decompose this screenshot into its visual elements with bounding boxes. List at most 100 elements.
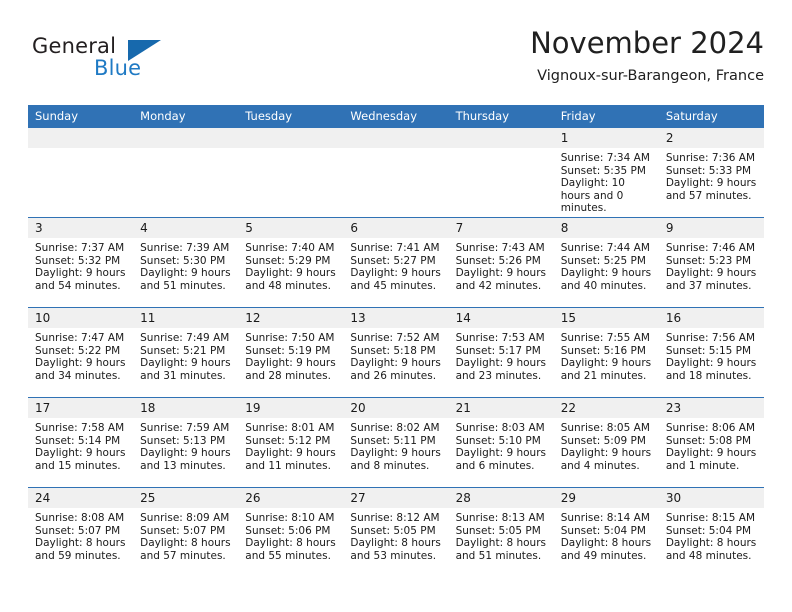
- calendar-cell-empty: [343, 127, 449, 218]
- sunset-text: Sunset: 5:07 PM: [35, 524, 121, 537]
- day-number: [343, 128, 449, 148]
- calendar-day-cell[interactable]: 9 Sunrise: 7:46 AM Sunset: 5:23 PM Daylight…: [658, 217, 764, 308]
- sunset-text: Sunset: 5:18 PM: [350, 344, 436, 357]
- weekday-header-friday: Friday: [553, 105, 659, 128]
- calendar-body: 1 Sunrise: 7:34 AM Sunset: 5:35 PM Daylight…: [28, 127, 764, 577]
- calendar-day-cell[interactable]: 8 Sunrise: 7:44 AM Sunset: 5:25 PM Daylight…: [553, 217, 659, 308]
- day-number: 11: [133, 308, 239, 328]
- sunset-text: Sunset: 5:23 PM: [665, 254, 752, 267]
- calendar-day-cell[interactable]: 4 Sunrise: 7:39 AM Sunset: 5:30 PM Daylight…: [133, 217, 239, 308]
- sunset-text: Sunset: 5:16 PM: [560, 344, 646, 357]
- calendar-week-row: 17 Sunrise: 7:58 AM Sunset: 5:14 PM Dayligh…: [28, 397, 764, 488]
- daylight-text: Daylight: 9 hours and 54 minutes.: [35, 267, 126, 292]
- calendar-day-cell[interactable]: 17 Sunrise: 7:58 AM Sunset: 5:14 PM Dayligh…: [28, 397, 134, 488]
- day-number: 3: [28, 218, 134, 238]
- calendar-day-cell[interactable]: 23 Sunrise: 8:06 AM Sunset: 5:08 PM Dayligh…: [658, 397, 764, 488]
- sunset-text: Sunset: 5:27 PM: [350, 254, 436, 267]
- sunrise-sunset-calendar: Sunday Monday Tuesday Wednesday Thursday…: [28, 105, 764, 577]
- day-number: 14: [448, 308, 554, 328]
- day-details: Sunrise: 8:13 AM Sunset: 5:05 PM Daylight:…: [449, 508, 554, 562]
- day-number: 2: [658, 128, 764, 148]
- calendar-day-cell[interactable]: 14 Sunrise: 7:53 AM Sunset: 5:17 PM Dayligh…: [448, 307, 554, 398]
- day-number: [448, 128, 554, 148]
- sunrise-text: Sunrise: 8:03 AM: [455, 422, 545, 434]
- sunrise-text: Sunrise: 8:13 AM: [455, 512, 545, 524]
- day-number: 6: [343, 218, 449, 238]
- calendar-day-cell[interactable]: 24 Sunrise: 8:08 AM Sunset: 5:07 PM Dayligh…: [28, 487, 134, 577]
- sunrise-text: Sunrise: 7:46 AM: [665, 242, 756, 254]
- sunrise-text: Sunrise: 8:08 AM: [35, 512, 125, 524]
- daylight-text: Daylight: 9 hours and 4 minutes.: [560, 447, 652, 472]
- calendar-day-cell[interactable]: 16 Sunrise: 7:56 AM Sunset: 5:15 PM Dayligh…: [658, 307, 764, 398]
- calendar-day-cell[interactable]: 20 Sunrise: 8:02 AM Sunset: 5:11 PM Dayligh…: [343, 397, 449, 488]
- daylight-text: Daylight: 9 hours and 26 minutes.: [350, 357, 441, 382]
- day-number: 26: [238, 488, 344, 508]
- title-block: November 2024 Vignoux-sur-Barangeon, Fra…: [530, 26, 764, 85]
- calendar-day-cell[interactable]: 2 Sunrise: 7:36 AM Sunset: 5:33 PM Daylight…: [658, 127, 764, 218]
- day-number: 4: [133, 218, 239, 238]
- day-details: Sunrise: 8:01 AM Sunset: 5:12 PM Daylight:…: [238, 418, 343, 472]
- daylight-text: Daylight: 9 hours and 28 minutes.: [245, 357, 336, 382]
- sunrise-text: Sunrise: 7:37 AM: [35, 242, 125, 254]
- calendar-day-cell[interactable]: 12 Sunrise: 7:50 AM Sunset: 5:19 PM Dayligh…: [238, 307, 344, 398]
- calendar-day-cell[interactable]: 18 Sunrise: 7:59 AM Sunset: 5:13 PM Dayligh…: [133, 397, 239, 488]
- sunrise-text: Sunrise: 8:06 AM: [665, 422, 756, 434]
- calendar-day-cell[interactable]: 22 Sunrise: 8:05 AM Sunset: 5:09 PM Dayligh…: [553, 397, 659, 488]
- calendar-day-cell[interactable]: 21 Sunrise: 8:03 AM Sunset: 5:10 PM Dayligh…: [448, 397, 554, 488]
- calendar-day-cell[interactable]: 13 Sunrise: 7:52 AM Sunset: 5:18 PM Dayligh…: [343, 307, 449, 398]
- day-number: 5: [238, 218, 344, 238]
- day-details: Sunrise: 7:50 AM Sunset: 5:19 PM Daylight:…: [238, 328, 343, 382]
- sunrise-text: Sunrise: 8:14 AM: [560, 512, 650, 524]
- sunrise-text: Sunrise: 7:50 AM: [245, 332, 335, 344]
- day-number: 29: [553, 488, 659, 508]
- calendar-day-cell[interactable]: 26 Sunrise: 8:10 AM Sunset: 5:06 PM Dayligh…: [238, 487, 344, 577]
- calendar-day-cell[interactable]: 10 Sunrise: 7:47 AM Sunset: 5:22 PM Dayligh…: [28, 307, 134, 398]
- calendar-day-cell[interactable]: 11 Sunrise: 7:49 AM Sunset: 5:21 PM Dayligh…: [133, 307, 239, 398]
- day-details: Sunrise: 8:10 AM Sunset: 5:06 PM Daylight:…: [238, 508, 343, 562]
- day-number: 23: [658, 398, 764, 418]
- day-details: Sunrise: 8:06 AM Sunset: 5:08 PM Daylight:…: [659, 418, 764, 472]
- daylight-text: Daylight: 9 hours and 48 minutes.: [245, 267, 336, 292]
- sunrise-text: Sunrise: 7:53 AM: [455, 332, 545, 344]
- calendar-day-cell[interactable]: 28 Sunrise: 8:13 AM Sunset: 5:05 PM Dayligh…: [448, 487, 554, 577]
- calendar-day-cell[interactable]: 5 Sunrise: 7:40 AM Sunset: 5:29 PM Daylight…: [238, 217, 344, 308]
- daylight-text: Daylight: 9 hours and 1 minute.: [665, 447, 757, 472]
- calendar-day-cell[interactable]: 3 Sunrise: 7:37 AM Sunset: 5:32 PM Daylight…: [28, 217, 134, 308]
- sunrise-text: Sunrise: 7:44 AM: [560, 242, 650, 254]
- calendar-day-cell[interactable]: 1 Sunrise: 7:34 AM Sunset: 5:35 PM Daylight…: [553, 127, 659, 218]
- daylight-text: Daylight: 9 hours and 18 minutes.: [665, 357, 757, 382]
- day-details: Sunrise: 8:09 AM Sunset: 5:07 PM Daylight:…: [133, 508, 238, 562]
- weekday-header-wednesday: Wednesday: [343, 105, 449, 128]
- calendar-day-cell[interactable]: 30 Sunrise: 8:15 AM Sunset: 5:04 PM Dayligh…: [658, 487, 764, 577]
- day-details: Sunrise: 7:47 AM Sunset: 5:22 PM Daylight:…: [28, 328, 133, 382]
- calendar-day-cell[interactable]: 29 Sunrise: 8:14 AM Sunset: 5:04 PM Dayligh…: [553, 487, 659, 577]
- weekday-header-sunday: Sunday: [28, 105, 134, 128]
- calendar-week-row: 1 Sunrise: 7:34 AM Sunset: 5:35 PM Daylight…: [28, 127, 764, 218]
- calendar-day-cell[interactable]: 19 Sunrise: 8:01 AM Sunset: 5:12 PM Dayligh…: [238, 397, 344, 488]
- calendar-day-cell[interactable]: 27 Sunrise: 8:12 AM Sunset: 5:05 PM Dayligh…: [343, 487, 449, 577]
- sunset-text: Sunset: 5:33 PM: [665, 164, 752, 177]
- day-number: 25: [133, 488, 239, 508]
- daylight-text: Daylight: 9 hours and 21 minutes.: [560, 357, 652, 382]
- calendar-day-cell[interactable]: 7 Sunrise: 7:43 AM Sunset: 5:26 PM Daylight…: [448, 217, 554, 308]
- calendar-day-cell[interactable]: 25 Sunrise: 8:09 AM Sunset: 5:07 PM Dayligh…: [133, 487, 239, 577]
- sunset-text: Sunset: 5:26 PM: [455, 254, 541, 267]
- daylight-text: Daylight: 9 hours and 45 minutes.: [350, 267, 441, 292]
- sunset-text: Sunset: 5:05 PM: [455, 524, 541, 537]
- day-number: 16: [658, 308, 764, 328]
- day-number: 22: [553, 398, 659, 418]
- sunrise-text: Sunrise: 7:39 AM: [140, 242, 230, 254]
- calendar-cell-empty: [28, 127, 134, 218]
- calendar-day-cell[interactable]: 15 Sunrise: 7:55 AM Sunset: 5:16 PM Dayligh…: [553, 307, 659, 398]
- sunrise-text: Sunrise: 7:43 AM: [455, 242, 545, 254]
- day-details: Sunrise: 7:34 AM Sunset: 5:35 PM Daylight:…: [554, 148, 659, 215]
- calendar-day-cell[interactable]: 6 Sunrise: 7:41 AM Sunset: 5:27 PM Daylight…: [343, 217, 449, 308]
- sunset-text: Sunset: 5:22 PM: [35, 344, 121, 357]
- general-blue-logo[interactable]: General Blue: [32, 34, 222, 90]
- daylight-text: Daylight: 9 hours and 23 minutes.: [455, 357, 546, 382]
- sunrise-text: Sunrise: 7:41 AM: [350, 242, 440, 254]
- day-details: Sunrise: 7:56 AM Sunset: 5:15 PM Daylight:…: [659, 328, 764, 382]
- daylight-text: Daylight: 9 hours and 15 minutes.: [35, 447, 126, 472]
- daylight-text: Daylight: 8 hours and 51 minutes.: [455, 537, 546, 562]
- sunset-text: Sunset: 5:17 PM: [455, 344, 541, 357]
